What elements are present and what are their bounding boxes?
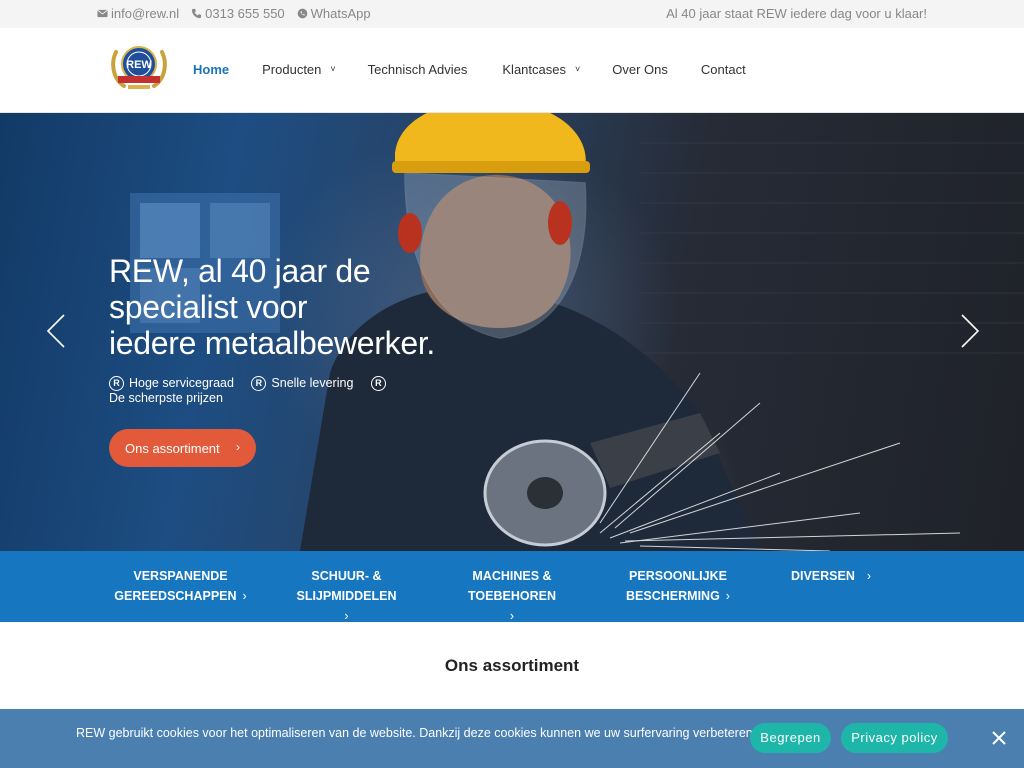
category-label: Machines & toebehoren	[468, 569, 556, 603]
nav-technisch-advies[interactable]: Technisch Advies	[368, 62, 468, 77]
registered-badge-icon: R	[370, 376, 386, 391]
nav-producten-label: Producten	[262, 62, 322, 77]
feature-item: R Snelle levering	[251, 376, 353, 391]
section-title: Ons assortiment	[444, 656, 580, 675]
chevron-right-icon: ›	[725, 589, 730, 603]
cookie-accept-button[interactable]: Begrepen	[750, 723, 831, 753]
phone-link[interactable]: 0313 655 550	[191, 6, 285, 21]
hero-slider: REW, al 40 jaar de specialist voor ieder…	[0, 113, 1024, 551]
cta-label: Ons assortiment	[125, 440, 220, 456]
category-label: Gereedschappen	[114, 589, 237, 603]
logo-text: REW	[126, 59, 152, 71]
feature-label: Snelle levering	[271, 376, 354, 390]
hero-features: R Hoge servicegraad R Snelle levering R …	[109, 375, 409, 406]
top-contacts: info@rew.nl 0313 655 550 WhatsApp	[97, 6, 371, 21]
cookie-banner: REW gebruikt cookies voor het optimalise…	[0, 709, 1024, 768]
top-bar: info@rew.nl 0313 655 550 WhatsApp Al 40 …	[0, 0, 1024, 28]
site-header: REW Home Producten ˅ Technisch Advies Kl…	[0, 28, 1024, 113]
category-diversen[interactable]: Diversen ›	[761, 551, 901, 622]
category-verspanende-gereedschappen[interactable]: Verspanende Gereedschappen ›	[97, 551, 264, 622]
nav-technisch-advies-label: Technisch Advies	[367, 62, 468, 77]
email-text: info@rew.nl	[111, 6, 180, 21]
nav-home[interactable]: Home	[193, 62, 229, 77]
whatsapp-icon	[297, 8, 308, 19]
top-tagline: Al 40 jaar staat REW iedere dag voor u k…	[666, 6, 927, 21]
feature-label: De scherpste prijzen	[109, 391, 223, 405]
chevron-down-icon: ˅	[330, 63, 336, 74]
chevron-right-icon: ›	[344, 609, 349, 623]
category-label: Schuur- & slijpmiddelen	[296, 569, 397, 603]
hero-title-line-3: iedere metaalbewerker.	[109, 325, 436, 361]
nav-producten[interactable]: Producten ˅	[262, 62, 336, 77]
nav-klantcases-label: Klantcases	[502, 62, 566, 77]
registered-badge-icon: R	[109, 376, 124, 391]
category-persoonlijke-bescherming[interactable]: Persoonlijke bescherming ›	[595, 551, 761, 622]
feature-label: Hoge servicegraad	[129, 376, 234, 390]
hero-title-line-1: REW, al 40 jaar de	[109, 253, 371, 289]
nav-contact-label: Contact	[700, 62, 746, 77]
envelope-icon	[97, 9, 108, 18]
feature-item: R Hoge servicegraad	[109, 376, 234, 391]
nav-contact[interactable]: Contact	[701, 62, 746, 77]
feature-item: R	[370, 376, 386, 391]
category-machines-toebehoren[interactable]: Machines & toebehoren ›	[429, 551, 595, 623]
slider-next-arrow-icon[interactable]	[959, 313, 981, 349]
category-label: Verspanende	[133, 569, 228, 583]
category-label: Persoonlijke	[629, 569, 727, 583]
close-icon[interactable]	[991, 730, 1007, 746]
category-schuur-slijpmiddelen[interactable]: Schuur- & slijpmiddelen ›	[264, 551, 429, 623]
whatsapp-link[interactable]: WhatsApp	[297, 6, 371, 21]
chevron-down-icon: ˅	[574, 63, 581, 74]
whatsapp-text: WhatsApp	[310, 6, 371, 21]
nav-over-ons[interactable]: Over Ons	[612, 62, 668, 77]
privacy-policy-button[interactable]: Privacy policy	[841, 723, 948, 753]
category-label: Diversen	[790, 569, 855, 583]
hero-title: REW, al 40 jaar de specialist voor ieder…	[109, 253, 489, 361]
phone-icon	[192, 8, 202, 19]
phone-text: 0313 655 550	[205, 6, 285, 21]
main-nav: Home Producten ˅ Technisch Advies Klantc…	[193, 62, 746, 77]
hero-title-line-2: specialist voor	[109, 289, 308, 325]
assortment-cta-button[interactable]: Ons assortiment ›	[109, 429, 256, 467]
category-bar: Verspanende Gereedschappen › Schuur- & sl…	[0, 551, 1024, 623]
nav-over-ons-label: Over Ons	[612, 62, 668, 77]
registered-badge-icon: R	[251, 376, 267, 391]
nav-home-label: Home	[193, 62, 230, 77]
chevron-right-icon: ›	[509, 609, 515, 623]
nav-klantcases[interactable]: Klantcases ˅	[502, 62, 580, 77]
chevron-right-icon: ›	[242, 589, 247, 603]
chevron-right-icon: ›	[866, 569, 872, 583]
rew-logo-icon[interactable]: REW	[108, 42, 170, 92]
email-link[interactable]: info@rew.nl	[97, 6, 179, 21]
slider-prev-arrow-icon[interactable]	[45, 313, 67, 349]
cookie-message: REW gebruikt cookies voor het optimalise…	[76, 726, 757, 740]
chevron-right-icon: ›	[236, 440, 240, 454]
category-label: bescherming	[626, 589, 720, 603]
